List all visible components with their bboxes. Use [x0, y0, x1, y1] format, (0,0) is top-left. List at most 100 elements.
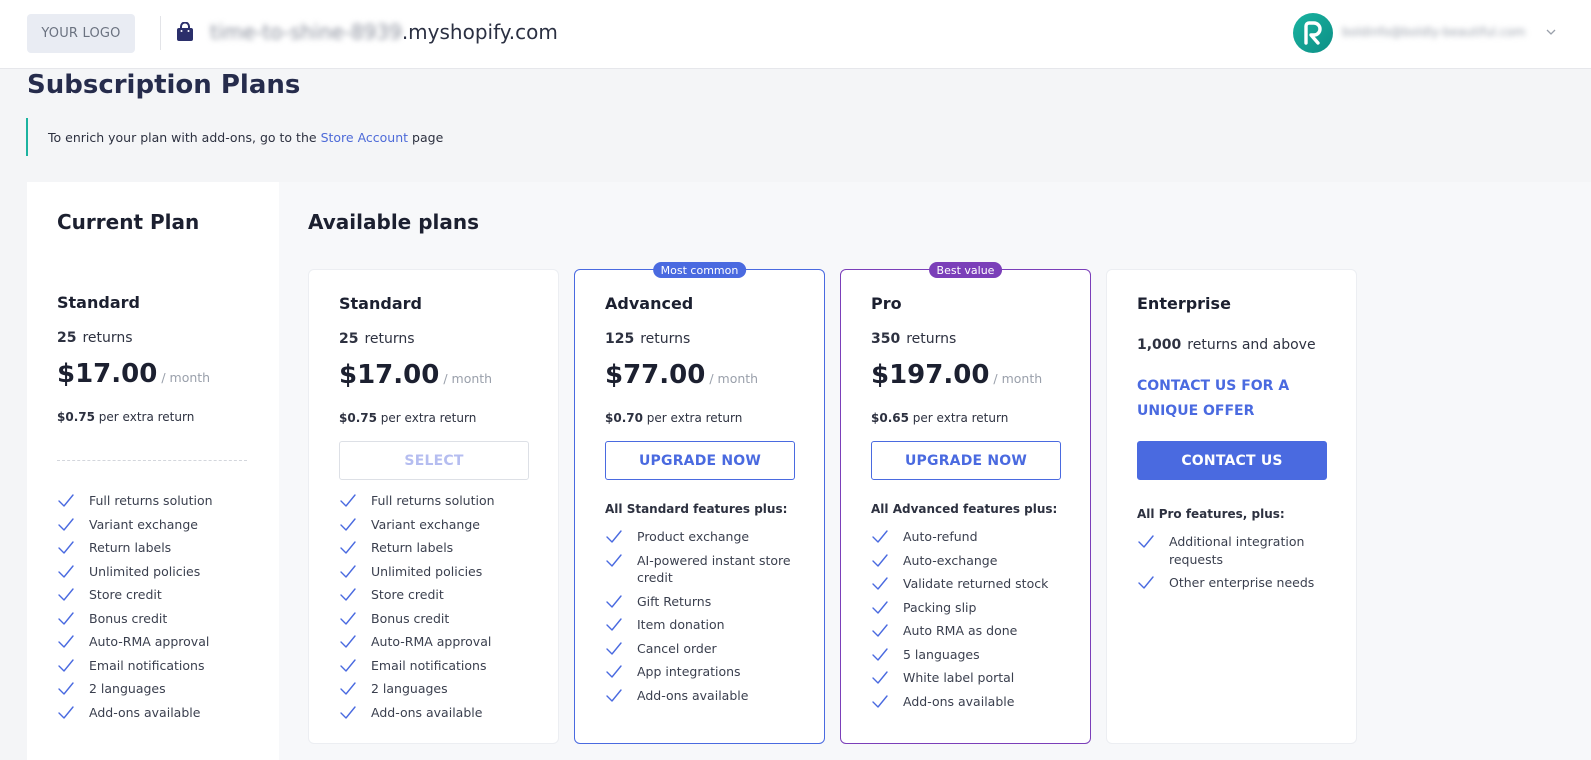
feature-label: Auto-RMA approval [89, 634, 210, 649]
notice-text-after: page [412, 129, 444, 145]
addons-notice: To enrich your plan with add-ons, go to … [26, 118, 443, 156]
feature-item: Cancel order [605, 640, 805, 658]
page-title: Subscription Plans [27, 70, 301, 100]
check-icon [58, 682, 74, 695]
check-icon [58, 541, 74, 554]
check-icon [340, 517, 356, 531]
plan-returns: 1,000 returns and above [1137, 337, 1316, 353]
feature-label: Validate returned stock [903, 576, 1049, 591]
returns-count: 25 [339, 331, 359, 347]
check-icon [872, 647, 888, 661]
check-icon [606, 618, 622, 631]
feature-item: Unlimited policies [57, 563, 257, 581]
check-icon [340, 541, 356, 554]
contact-offer-link[interactable]: CONTACT US FOR A UNIQUE OFFER [1137, 374, 1337, 424]
plan-returns: 25 returns [339, 331, 415, 347]
returns-label: returns [906, 331, 957, 347]
feature-item: Auto-RMA approval [57, 633, 257, 651]
feature-item: Variant exchange [57, 516, 257, 534]
best-value-badge: Best value [928, 262, 1003, 278]
check-icon [872, 530, 888, 543]
extra-label: per extra return [912, 411, 1009, 425]
plan-extra-return: $0.65 per extra return [871, 411, 1008, 425]
feature-label: Other enterprise needs [1169, 575, 1315, 590]
feature-label: Add-ons available [903, 693, 1015, 709]
plus-heading: All Advanced features plus: [871, 502, 1058, 516]
feature-item: Product exchange [605, 528, 805, 546]
check-icon [872, 577, 888, 590]
plan-returns: 125 returns [605, 331, 690, 347]
feature-label: 2 languages [89, 681, 166, 696]
extra-price: $0.70 [605, 411, 643, 425]
notice-text-before: To enrich your plan with add-ons, go to … [48, 129, 317, 145]
plan-price: $17.00/ month [339, 360, 492, 390]
returns-count: 1,000 [1137, 337, 1182, 353]
plan-card-advanced: Most common Advanced 125 returns $77.00/ … [574, 262, 825, 744]
feature-item: Unlimited policies [339, 563, 539, 581]
check-icon [1138, 535, 1154, 548]
feature-label: Variant exchange [89, 516, 198, 532]
feature-item: Other enterprise needs [1137, 574, 1337, 592]
upgrade-pro-button[interactable]: UPGRADE NOW [871, 441, 1061, 480]
plan-name: Standard [57, 293, 140, 312]
current-plan-divider [57, 460, 247, 461]
contact-us-button[interactable]: CONTACT US [1137, 441, 1327, 480]
feature-item: Return labels [57, 539, 257, 557]
check-icon [606, 665, 622, 678]
logo[interactable]: YOUR LOGO [27, 14, 135, 53]
avatar[interactable] [1293, 13, 1333, 53]
feature-label: 5 languages [903, 646, 980, 662]
check-icon [340, 658, 356, 672]
feature-label: Full returns solution [89, 493, 213, 508]
returns-label: returns and above [1187, 337, 1316, 353]
feature-label: Return labels [89, 540, 172, 555]
check-icon [872, 624, 888, 637]
price-amount: $77.00 [605, 360, 706, 390]
check-icon [606, 553, 622, 567]
extra-label: per extra return [646, 411, 743, 425]
feature-label: Email notifications [371, 657, 487, 673]
feature-item: App integrations [605, 663, 805, 681]
feature-item: Full returns solution [57, 492, 257, 510]
user-email[interactable]: boldinfo@boldly-beautiful.com [1342, 25, 1526, 39]
check-icon [58, 588, 74, 601]
plan-price: $197.00/ month [871, 360, 1042, 390]
feature-item: Auto RMA as done [871, 622, 1071, 640]
feature-item: Gift Returns [605, 593, 805, 611]
feature-item: 2 languages [339, 680, 539, 698]
current-plan-features: Full returns solution Variant exchange Ret… [57, 492, 257, 727]
feature-label: Store credit [89, 587, 162, 602]
extra-price: $0.75 [57, 410, 95, 424]
returns-label: returns [364, 331, 415, 347]
brand-r-icon [1304, 21, 1322, 45]
plan-price: $17.00/ month [57, 359, 210, 389]
plan-price: $77.00/ month [605, 360, 758, 390]
feature-label: Variant exchange [371, 516, 480, 532]
check-icon [606, 641, 622, 655]
plan-card-enterprise: Enterprise 1,000 returns and above CONTAC… [1106, 269, 1357, 744]
plan-name: Pro [871, 294, 902, 313]
plan-features: Additional integration requests Other ent… [1137, 533, 1337, 598]
price-period: / month [161, 370, 211, 385]
feature-item: 5 languages [871, 646, 1071, 664]
upgrade-advanced-button[interactable]: UPGRADE NOW [605, 441, 795, 480]
check-icon [872, 600, 888, 614]
extra-label: per extra return [98, 410, 195, 424]
chevron-down-icon[interactable] [1546, 27, 1556, 37]
feature-item: Add-ons available [605, 687, 805, 705]
check-icon [340, 705, 356, 719]
select-button[interactable]: SELECT [339, 441, 529, 480]
feature-item: Store credit [339, 586, 539, 604]
feature-item: Store credit [57, 586, 257, 604]
header-divider [160, 16, 161, 50]
top-bar: YOUR LOGO time-to-shine-8939.myshopify.c… [0, 0, 1591, 69]
feature-label: Packing slip [903, 599, 977, 615]
returns-count: 25 [57, 330, 77, 346]
feature-label: Auto-refund [903, 529, 978, 544]
feature-item: Auto-refund [871, 528, 1071, 546]
feature-label: 2 languages [371, 681, 448, 696]
feature-item: Auto-RMA approval [339, 633, 539, 651]
feature-item: Item donation [605, 616, 805, 634]
store-account-link[interactable]: Store Account [321, 130, 408, 145]
plan-card-standard: Standard 25 returns $17.00/ month $0.75 p… [308, 269, 559, 744]
